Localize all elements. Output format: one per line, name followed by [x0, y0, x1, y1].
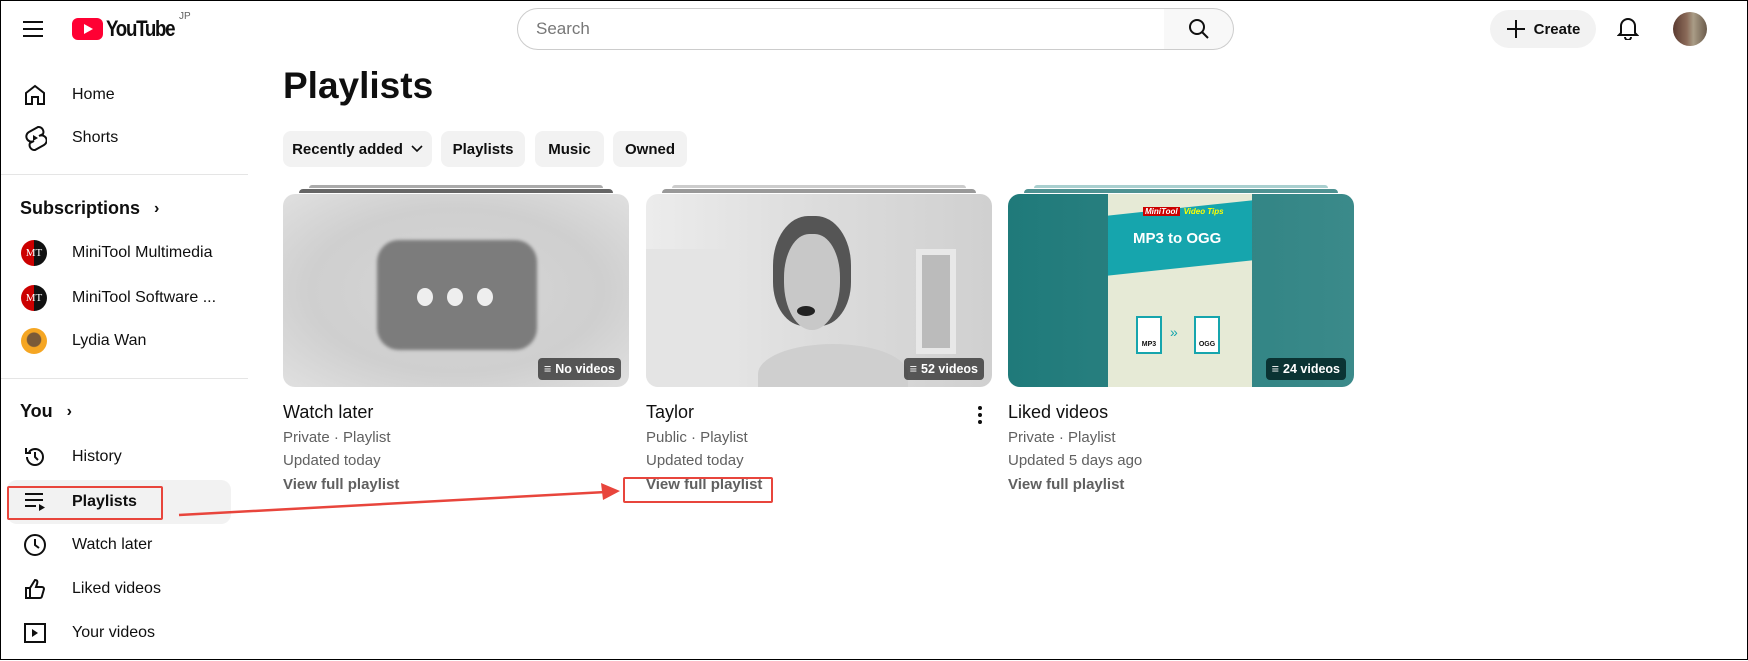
annotation-arrow: [178, 483, 620, 517]
